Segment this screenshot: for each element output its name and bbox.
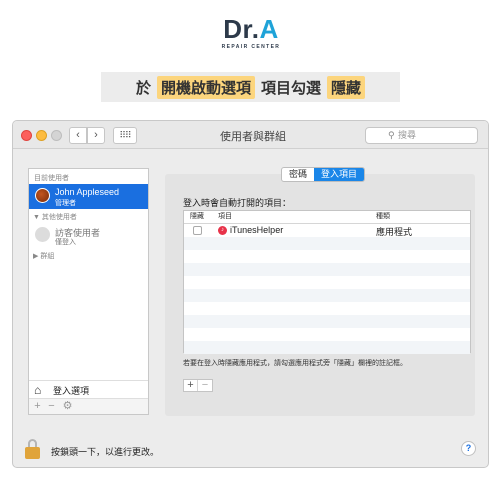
user-name: John Appleseed	[55, 187, 120, 197]
lock-instruction: 按鎖頭一下，以進行更改。	[51, 447, 160, 457]
user-role: 管理者	[55, 200, 76, 207]
other-users-header[interactable]: ▼ 其他使用者	[33, 212, 77, 222]
help-button[interactable]: ?	[461, 441, 476, 456]
minimize-button[interactable]	[36, 130, 47, 141]
user-avatar	[35, 188, 50, 203]
tab-login-items[interactable]: 登入項目	[314, 168, 365, 181]
login-options-item[interactable]: ⌂ 登入選項	[29, 380, 148, 398]
login-items-table: 隱藏 項目 種類 ♪ iTunesHelper 應用程式	[183, 210, 471, 354]
lock-icon[interactable]	[25, 439, 40, 459]
sidebar-item-guest-user[interactable]: 訪客使用者 僅登入	[29, 223, 148, 248]
gear-icon[interactable]: ⚙	[61, 400, 74, 413]
column-item[interactable]: 項目	[218, 211, 232, 223]
forward-button[interactable]: ›	[87, 127, 105, 144]
remove-login-item-button[interactable]: −	[198, 380, 212, 391]
search-placeholder: 搜尋	[398, 130, 417, 140]
login-items-title: 登入時會自動打開的項目：	[183, 198, 292, 208]
table-row-empty	[184, 289, 470, 302]
guest-status: 僅登入	[55, 239, 76, 246]
column-kind[interactable]: 種類	[376, 211, 390, 223]
show-all-grid-icon[interactable]: ⠿⠿	[113, 127, 137, 144]
house-icon: ⌂	[34, 383, 42, 397]
title-bar: ‹ › ⠿⠿ 使用者與群組 ⚲ 搜尋	[13, 121, 488, 149]
table-row-empty	[184, 341, 470, 354]
groups-header[interactable]: ▶ 群組	[33, 251, 54, 261]
table-row[interactable]: ♪ iTunesHelper 應用程式	[184, 224, 470, 237]
itunes-icon: ♪	[218, 226, 227, 235]
add-remove-control: + −	[183, 379, 213, 392]
hide-hint-text: 若要在登入時隱藏應用程式，請勾選應用程式旁「隱藏」欄裡的註記框。	[183, 360, 407, 367]
users-sidebar: 目前使用者 John Appleseed 管理者 ▼ 其他使用者 訪客使用者 僅…	[28, 168, 149, 415]
window-title: 使用者與群組	[220, 131, 286, 143]
add-user-button[interactable]: +	[31, 400, 44, 413]
dr-a-logo: Dr.A REPAIR CENTER	[215, 14, 287, 54]
current-user-header: 目前使用者	[34, 175, 69, 182]
table-row-empty	[184, 328, 470, 341]
banner-text-1: 於	[135, 79, 151, 97]
table-row-empty	[184, 315, 470, 328]
sidebar-toolbar: + − ⚙	[29, 398, 148, 414]
banner-text-2: 項目勾選	[261, 79, 322, 97]
zoom-button[interactable]	[51, 130, 62, 141]
table-row-empty	[184, 302, 470, 315]
item-name: iTunesHelper	[230, 225, 284, 235]
login-items-panel: 登入時會自動打開的項目： 隱藏 項目 種類 ♪ iTunesHelper 應用程…	[165, 174, 475, 416]
instruction-banner: 於 開機啟動選項 項目勾選 隱藏	[101, 72, 400, 102]
sidebar-item-john-appleseed[interactable]: John Appleseed 管理者	[29, 184, 148, 209]
table-row-empty	[184, 263, 470, 276]
search-icon: ⚲	[388, 130, 395, 140]
logo-subtitle: REPAIR CENTER	[221, 44, 281, 50]
users-groups-window: ‹ › ⠿⠿ 使用者與群組 ⚲ 搜尋 目前使用者 John Appleseed …	[12, 120, 489, 468]
banner-highlight-1: 開機啟動選項	[156, 75, 255, 99]
banner-highlight-2: 隱藏	[327, 75, 366, 99]
logo-wordmark: Dr.A	[223, 14, 279, 44]
login-options-label: 登入選項	[53, 386, 90, 396]
remove-user-button[interactable]: −	[45, 400, 58, 413]
table-row-empty	[184, 237, 470, 250]
back-button[interactable]: ‹	[69, 127, 87, 144]
hide-checkbox[interactable]	[193, 226, 202, 235]
close-button[interactable]	[21, 130, 32, 141]
guest-avatar-icon	[35, 227, 50, 242]
column-hidden[interactable]: 隱藏	[190, 211, 204, 223]
search-field[interactable]: ⚲ 搜尋	[365, 127, 478, 144]
tab-password[interactable]: 密碼	[282, 168, 314, 181]
add-login-item-button[interactable]: +	[184, 380, 198, 391]
tab-segment: 密碼 登入項目	[281, 167, 366, 182]
table-row-empty	[184, 250, 470, 263]
table-row-empty	[184, 276, 470, 289]
